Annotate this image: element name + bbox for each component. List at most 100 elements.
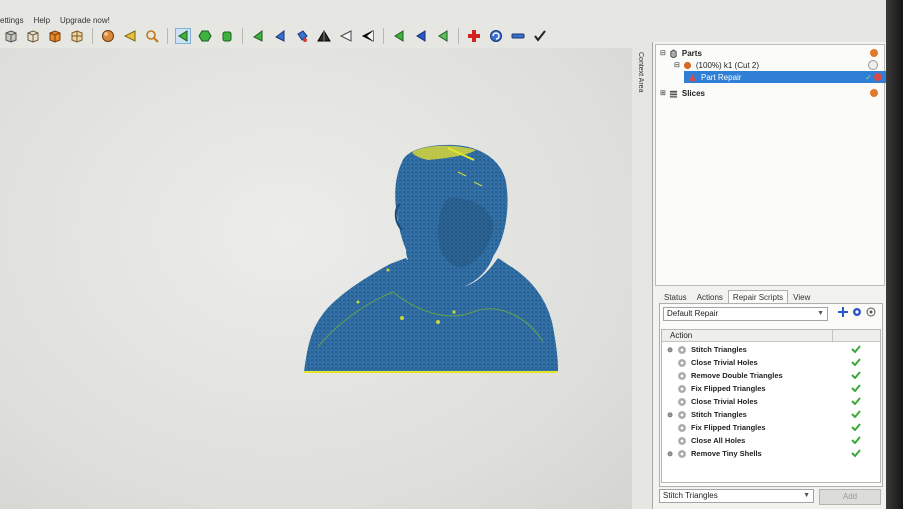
script-tools (838, 307, 876, 317)
check-icon (851, 345, 861, 353)
repair-scripts-panel: Default Repair ▼ Action ⊕ Stitch Triangle… (659, 303, 883, 487)
add-button[interactable]: Add (819, 489, 881, 505)
list-item[interactable]: ⊕ Stitch Triangles (662, 408, 880, 421)
3d-viewport[interactable] (0, 48, 632, 509)
add-red-icon[interactable] (467, 29, 481, 43)
gear-icon (678, 436, 686, 445)
chevron-down-icon: ▼ (803, 492, 810, 499)
check-icon[interactable] (533, 29, 547, 43)
list-item[interactable]: Fix Flipped Triangles (662, 382, 880, 395)
list-item[interactable]: Close Trivial Holes (662, 356, 880, 369)
hexagon-icon[interactable] (198, 29, 212, 43)
application-window: ettings Help Upgrade now! Context Area ⊟… (0, 0, 888, 509)
check-icon (851, 371, 861, 379)
tree-item-part-k1[interactable]: ⊟ (100%) k1 (Cut 2) (674, 59, 882, 71)
list-item[interactable]: Close All Holes (662, 434, 880, 447)
toolbar (0, 25, 640, 47)
pyramid-select-icon[interactable] (175, 28, 191, 44)
toolbar-separator (383, 28, 384, 44)
tree-item-label: Slices (681, 88, 706, 98)
pyramid-black-icon[interactable] (361, 29, 375, 43)
tree-item-label: Parts (681, 48, 702, 58)
zoom-icon[interactable] (145, 29, 159, 43)
check-icon: ✓ (865, 72, 872, 82)
triangle-green-icon[interactable] (251, 29, 265, 43)
action-label: Fix Flipped Triangles (691, 423, 766, 432)
action-label: Stitch Triangles (691, 345, 747, 354)
minus-icon[interactable] (511, 29, 525, 43)
expand-icon[interactable]: ⊕ (666, 411, 674, 419)
select-value: Default Repair (667, 309, 719, 318)
tree-item-label: Part Repair (701, 72, 742, 82)
tree-item-parts[interactable]: ⊟ Parts (660, 47, 882, 59)
menu-settings[interactable]: ettings (0, 16, 24, 25)
status-icon (868, 60, 878, 70)
collapse-icon[interactable]: ⊟ (660, 49, 666, 57)
list-item[interactable]: Remove Double Triangles (662, 369, 880, 382)
tree-item-label: (100%) k1 (Cut 2) (695, 60, 760, 70)
arrow-green-2-icon[interactable] (436, 29, 450, 43)
gear-icon (678, 449, 686, 458)
remove-icon[interactable] (874, 73, 882, 81)
gear-icon (678, 410, 686, 419)
cube-orange-icon[interactable] (48, 29, 62, 43)
action-label: Close Trivial Holes (691, 397, 758, 406)
expand-icon[interactable]: ⊞ (660, 89, 666, 97)
expand-icon[interactable]: ⊕ (666, 450, 674, 458)
context-area-tab[interactable]: Context Area (636, 48, 652, 248)
gear-icon[interactable] (852, 307, 862, 317)
check-icon (851, 423, 861, 431)
toolbar-separator (242, 28, 243, 44)
chevron-down-icon: ▼ (817, 310, 824, 317)
pyramid-icon[interactable] (317, 29, 331, 43)
check-icon (851, 449, 861, 457)
repair-script-select[interactable]: Default Repair ▼ (663, 307, 828, 321)
list-item[interactable]: ⊕ Remove Tiny Shells (662, 447, 880, 460)
column-header-action[interactable]: Action (662, 330, 880, 342)
select-value: Stitch Triangles (663, 491, 718, 500)
close-icon[interactable] (866, 307, 876, 317)
refresh-icon[interactable] (489, 29, 503, 43)
slices-orange-icon (870, 89, 878, 97)
tree-item-slices[interactable]: ⊞ Slices (660, 87, 882, 99)
action-select[interactable]: Stitch Triangles ▼ (659, 489, 814, 503)
repair-actions-list[interactable]: Action ⊕ Stitch Triangles Close Trivial Ho… (661, 329, 881, 483)
cube-icon[interactable] (4, 29, 18, 43)
check-icon (851, 410, 861, 418)
arrow-green-icon[interactable] (392, 29, 406, 43)
pyramid-white-icon[interactable] (339, 29, 353, 43)
repair-icon (688, 73, 697, 81)
gear-icon (678, 345, 686, 354)
cube-grid-icon[interactable] (70, 29, 84, 43)
action-label: Remove Double Triangles (691, 371, 783, 380)
parts-tree[interactable]: ⊟ Parts ⊟ (100%) k1 (Cut 2) Part Repair … (655, 44, 886, 286)
check-icon (851, 397, 861, 405)
list-item[interactable]: Close Trivial Holes (662, 395, 880, 408)
check-icon (851, 358, 861, 366)
paint-bucket-icon[interactable] (295, 29, 309, 43)
expand-icon[interactable]: ⊕ (666, 346, 674, 354)
context-area-label: Context Area (637, 52, 644, 93)
menu-help[interactable]: Help (34, 16, 50, 25)
action-label: Close All Holes (691, 436, 746, 445)
list-item[interactable]: ⊕ Stitch Triangles (662, 343, 880, 356)
toolbar-separator (92, 28, 93, 44)
mesh-model[interactable] (298, 142, 560, 378)
cube-outline-icon[interactable] (26, 29, 40, 43)
arrow-blue-icon[interactable] (414, 29, 428, 43)
tree-item-part-repair[interactable]: Part Repair ✓ (684, 71, 886, 83)
sphere-icon[interactable] (101, 29, 115, 43)
right-panel: ⊟ Parts ⊟ (100%) k1 (Cut 2) Part Repair … (652, 42, 886, 509)
gear-icon (678, 423, 686, 432)
menu-upgrade[interactable]: Upgrade now! (60, 16, 110, 25)
gear-icon (678, 358, 686, 367)
list-item[interactable]: Fix Flipped Triangles (662, 421, 880, 434)
gear-icon (678, 371, 686, 380)
add-script-icon[interactable] (838, 307, 848, 317)
arrow-left-icon[interactable] (123, 29, 137, 43)
collapse-icon[interactable]: ⊟ (674, 61, 680, 69)
triangle-blue-icon[interactable] (273, 29, 287, 43)
check-icon (851, 384, 861, 392)
cylinder-icon[interactable] (220, 29, 234, 43)
slices-icon (669, 90, 677, 98)
